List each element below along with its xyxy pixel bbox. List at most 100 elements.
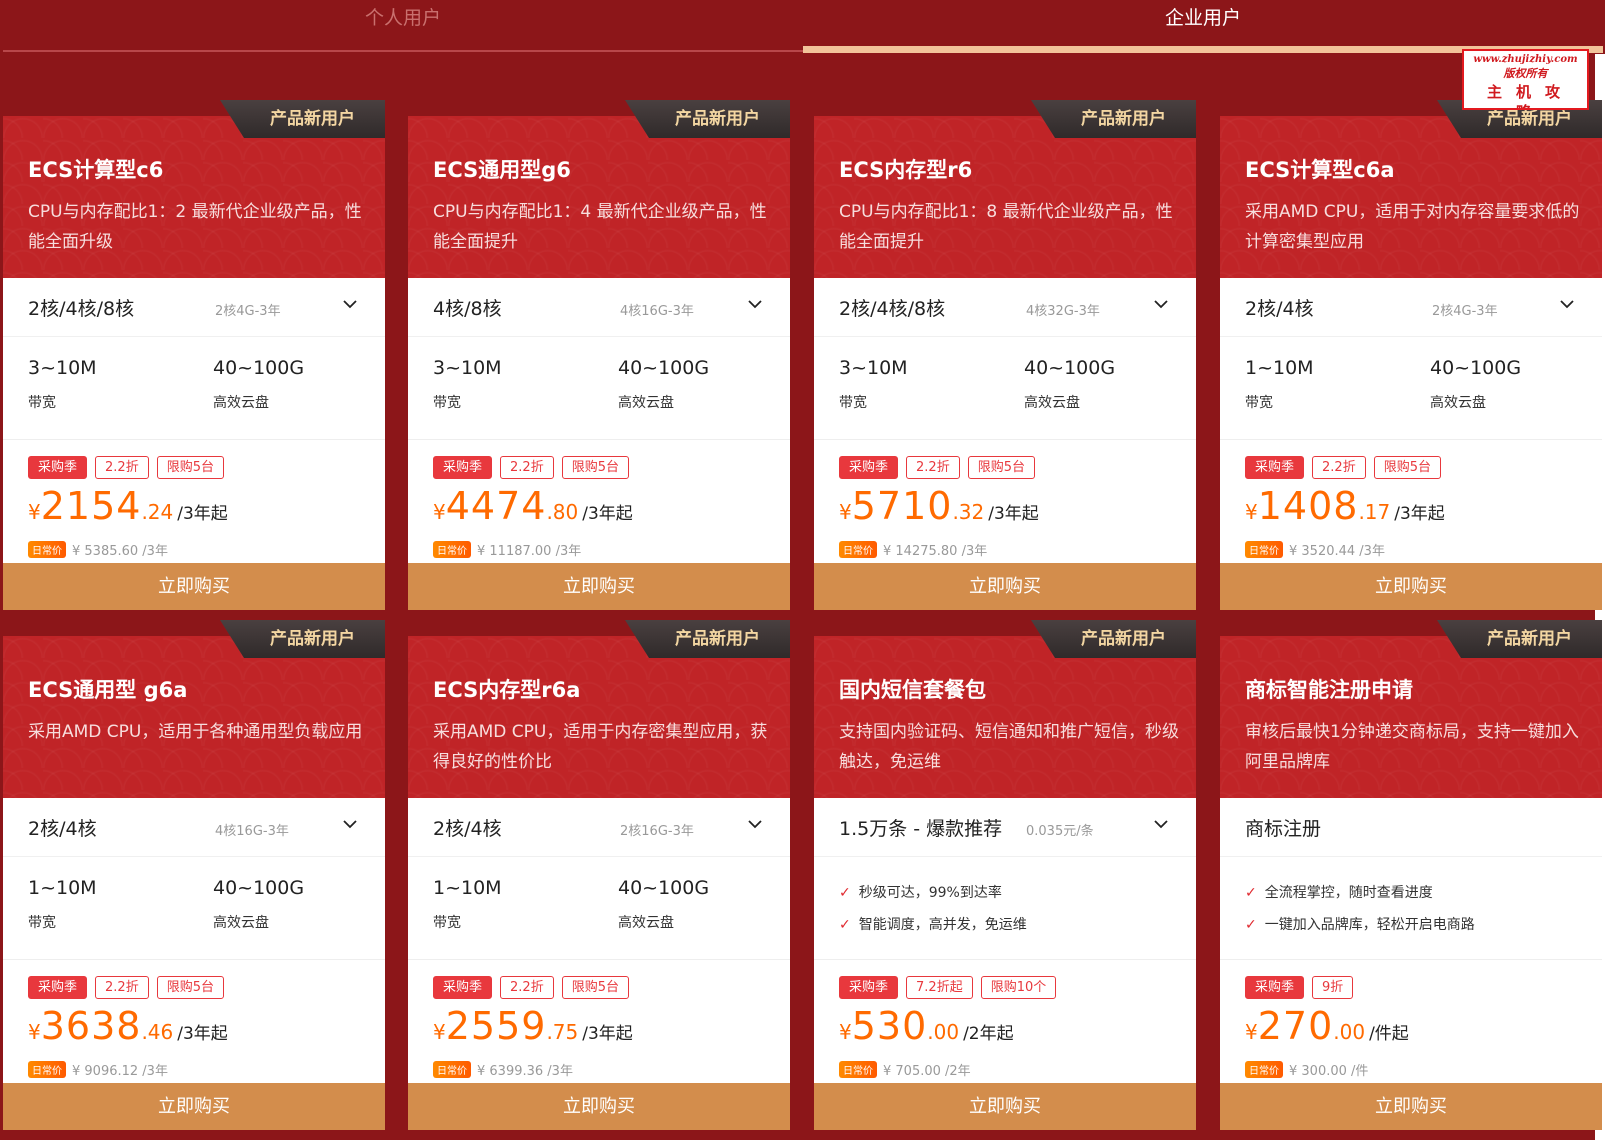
feature-text: 一键加入品牌库，轻松开启电商路 [1264,917,1475,933]
card-title: ECS通用型 g6a [28,678,188,702]
promo-season-tag: 采购季 [1245,456,1305,479]
chevron-down-icon[interactable] [1560,296,1574,310]
bandwidth-label: 带宽 [433,915,461,931]
promo-price: ¥3638.46/3年起 [28,1004,228,1048]
price-decimal: .75 [546,1020,579,1044]
product-card: ECS内存型r6 CPU与内存配比1：8 最新代企业级产品，性能全面提升 产品新用户… [814,100,1196,610]
card-description: CPU与内存配比1：4 最新代企业级产品，性能全面提升 [433,202,767,252]
card-description: CPU与内存配比1：8 最新代企业级产品，性能全面提升 [839,202,1173,252]
price-decimal: .00 [927,1020,960,1044]
price-integer: 270 [1257,1004,1334,1048]
price-unit: /3年起 [988,504,1039,524]
card-description: 采用AMD CPU，适用于内存密集型应用，获得良好的性价比 [433,722,768,772]
chevron-down-icon[interactable] [343,816,357,830]
config-selector[interactable]: 2核/4核 2核16G-3年 [408,798,790,857]
promo-season-tag: 采购季 [1245,976,1305,999]
buy-now-button[interactable]: 立即购买 [814,1083,1196,1130]
watermark-brand: 主机攻略 [1486,83,1574,108]
chevron-down-icon[interactable] [343,296,357,310]
tab-enterprise[interactable]: 企业用户 [803,0,1603,50]
currency-symbol: ¥ [1245,500,1258,524]
original-price: 日常价 ¥ 14275.80 /3年 [839,540,987,559]
price-panel: 采购季 2.2折 限购5台 ¥1408.17/3年起 日常价 ¥ 3520.44 /3年 [1220,440,1602,563]
price-decimal: .80 [546,500,579,524]
price-decimal: .24 [141,500,174,524]
buy-now-button[interactable]: 立即购买 [3,1083,385,1130]
config-selector[interactable]: 1.5万条 - 爆款推荐 0.035元/条 [814,798,1196,857]
tab-personal[interactable]: 个人用户 [3,0,803,50]
regular-price-label: 日常价 [433,541,471,558]
original-price: 日常价 ¥ 705.00 /2年 [839,1060,971,1079]
price-panel: 采购季 2.2折 限购5台 ¥2559.75/3年起 日常价 ¥ 6399.36 /3年 [408,960,790,1083]
config-selector-value: 2核/4核/8核 [28,298,135,320]
config-selector[interactable]: 2核/4核/8核 4核32G-3年 [814,278,1196,337]
bandwidth-label: 带宽 [1245,395,1273,411]
bandwidth-value: 3~10M [839,357,908,379]
card-title: ECS计算型c6a [1245,158,1395,182]
price-unit: /3年起 [177,504,228,524]
card-title: 商标智能注册申请 [1245,678,1413,702]
original-price: 日常价 ¥ 5385.60 /3年 [28,540,168,559]
new-user-badge: 产品新用户 [220,620,385,658]
buy-now-button[interactable]: 立即购买 [1220,1083,1602,1130]
spec-panel: 1~10M 带宽 40~100G 高效云盘 [3,857,385,960]
regular-price-value: ¥ 3520.44 /3年 [1289,544,1385,559]
config-selector[interactable]: 4核/8核 4核16G-3年 [408,278,790,337]
config-selector[interactable]: 2核/4核 4核16G-3年 [3,798,385,857]
feature-text: 秒级可达，99%到达率 [858,885,1002,901]
buy-now-button[interactable]: 立即购买 [408,1083,790,1130]
regular-price-label: 日常价 [1245,1061,1283,1078]
buy-now-button[interactable]: 立即购买 [408,563,790,610]
buy-now-button[interactable]: 立即购买 [1220,563,1602,610]
original-price: 日常价 ¥ 6399.36 /3年 [433,1060,573,1079]
chevron-down-icon[interactable] [1154,296,1168,310]
check-icon: ✓ [839,917,851,933]
regular-price-value: ¥ 705.00 /2年 [883,1064,971,1079]
config-selector[interactable]: 2核/4核/8核 2核4G-3年 [3,278,385,337]
config-selector-value: 4核/8核 [433,298,502,320]
promo-season-tag: 采购季 [839,976,899,999]
bandwidth-label: 带宽 [433,395,461,411]
price-integer: 530 [851,1004,928,1048]
check-icon: ✓ [839,885,851,901]
bandwidth-label: 带宽 [28,395,56,411]
regular-price-label: 日常价 [839,1061,877,1078]
config-selector-hint: 4核16G-3年 [215,824,289,839]
disk-value: 40~100G [213,357,305,379]
card-description: 支持国内验证码、短信通知和推广短信，秒级触达，免运维 [839,722,1179,772]
chevron-down-icon[interactable] [748,296,762,310]
config-selector-hint: 4核16G-3年 [620,304,694,319]
price-panel: 采购季 9折 ¥270.00/件起 日常价 ¥ 300.00 /件 [1220,960,1602,1083]
regular-price-label: 日常价 [433,1061,471,1078]
chevron-down-icon[interactable] [1154,816,1168,830]
config-selector[interactable]: 2核/4核 2核4G-3年 [1220,278,1602,337]
purchase-limit-tag: 限购5台 [1373,456,1441,479]
disk-value: 40~100G [618,357,710,379]
new-user-badge: 产品新用户 [625,100,790,138]
regular-price-label: 日常价 [28,1061,66,1078]
regular-price-value: ¥ 300.00 /件 [1289,1064,1369,1079]
bandwidth-value: 1~10M [433,877,502,899]
card-title: ECS通用型g6 [433,158,571,182]
price-integer: 2154 [40,484,142,528]
spec-panel: 1~10M 带宽 40~100G 高效云盘 [1220,337,1602,440]
price-decimal: .32 [952,500,985,524]
price-panel: 采购季 2.2折 限购5台 ¥2154.24/3年起 日常价 ¥ 5385.60 /3年 [3,440,385,563]
purchase-limit-tag: 限购5台 [561,456,629,479]
tab-personal-underline [3,50,803,52]
price-panel: 采购季 2.2折 限购5台 ¥3638.46/3年起 日常价 ¥ 9096.12 /3年 [3,960,385,1083]
spec-panel: 3~10M 带宽 40~100G 高效云盘 [408,337,790,440]
config-selector[interactable]: 商标注册 [1220,798,1602,857]
promo-price: ¥1408.17/3年起 [1245,484,1445,528]
buy-now-button[interactable]: 立即购买 [3,563,385,610]
chevron-down-icon[interactable] [748,816,762,830]
check-icon: ✓ [1245,917,1257,933]
buy-now-button[interactable]: 立即购买 [814,563,1196,610]
promo-season-tag: 采购季 [28,456,88,479]
bandwidth-value: 1~10M [1245,357,1314,379]
card-header: ECS计算型c6a 采用AMD CPU，适用于对内存容量要求低的计算密集型应用 [1220,116,1602,278]
purchase-limit-tag: 限购5台 [967,456,1035,479]
promo-price: ¥530.00/2年起 [839,1004,1014,1048]
config-selector-value: 2核/4核 [28,818,97,840]
disk-value: 40~100G [1024,357,1116,379]
